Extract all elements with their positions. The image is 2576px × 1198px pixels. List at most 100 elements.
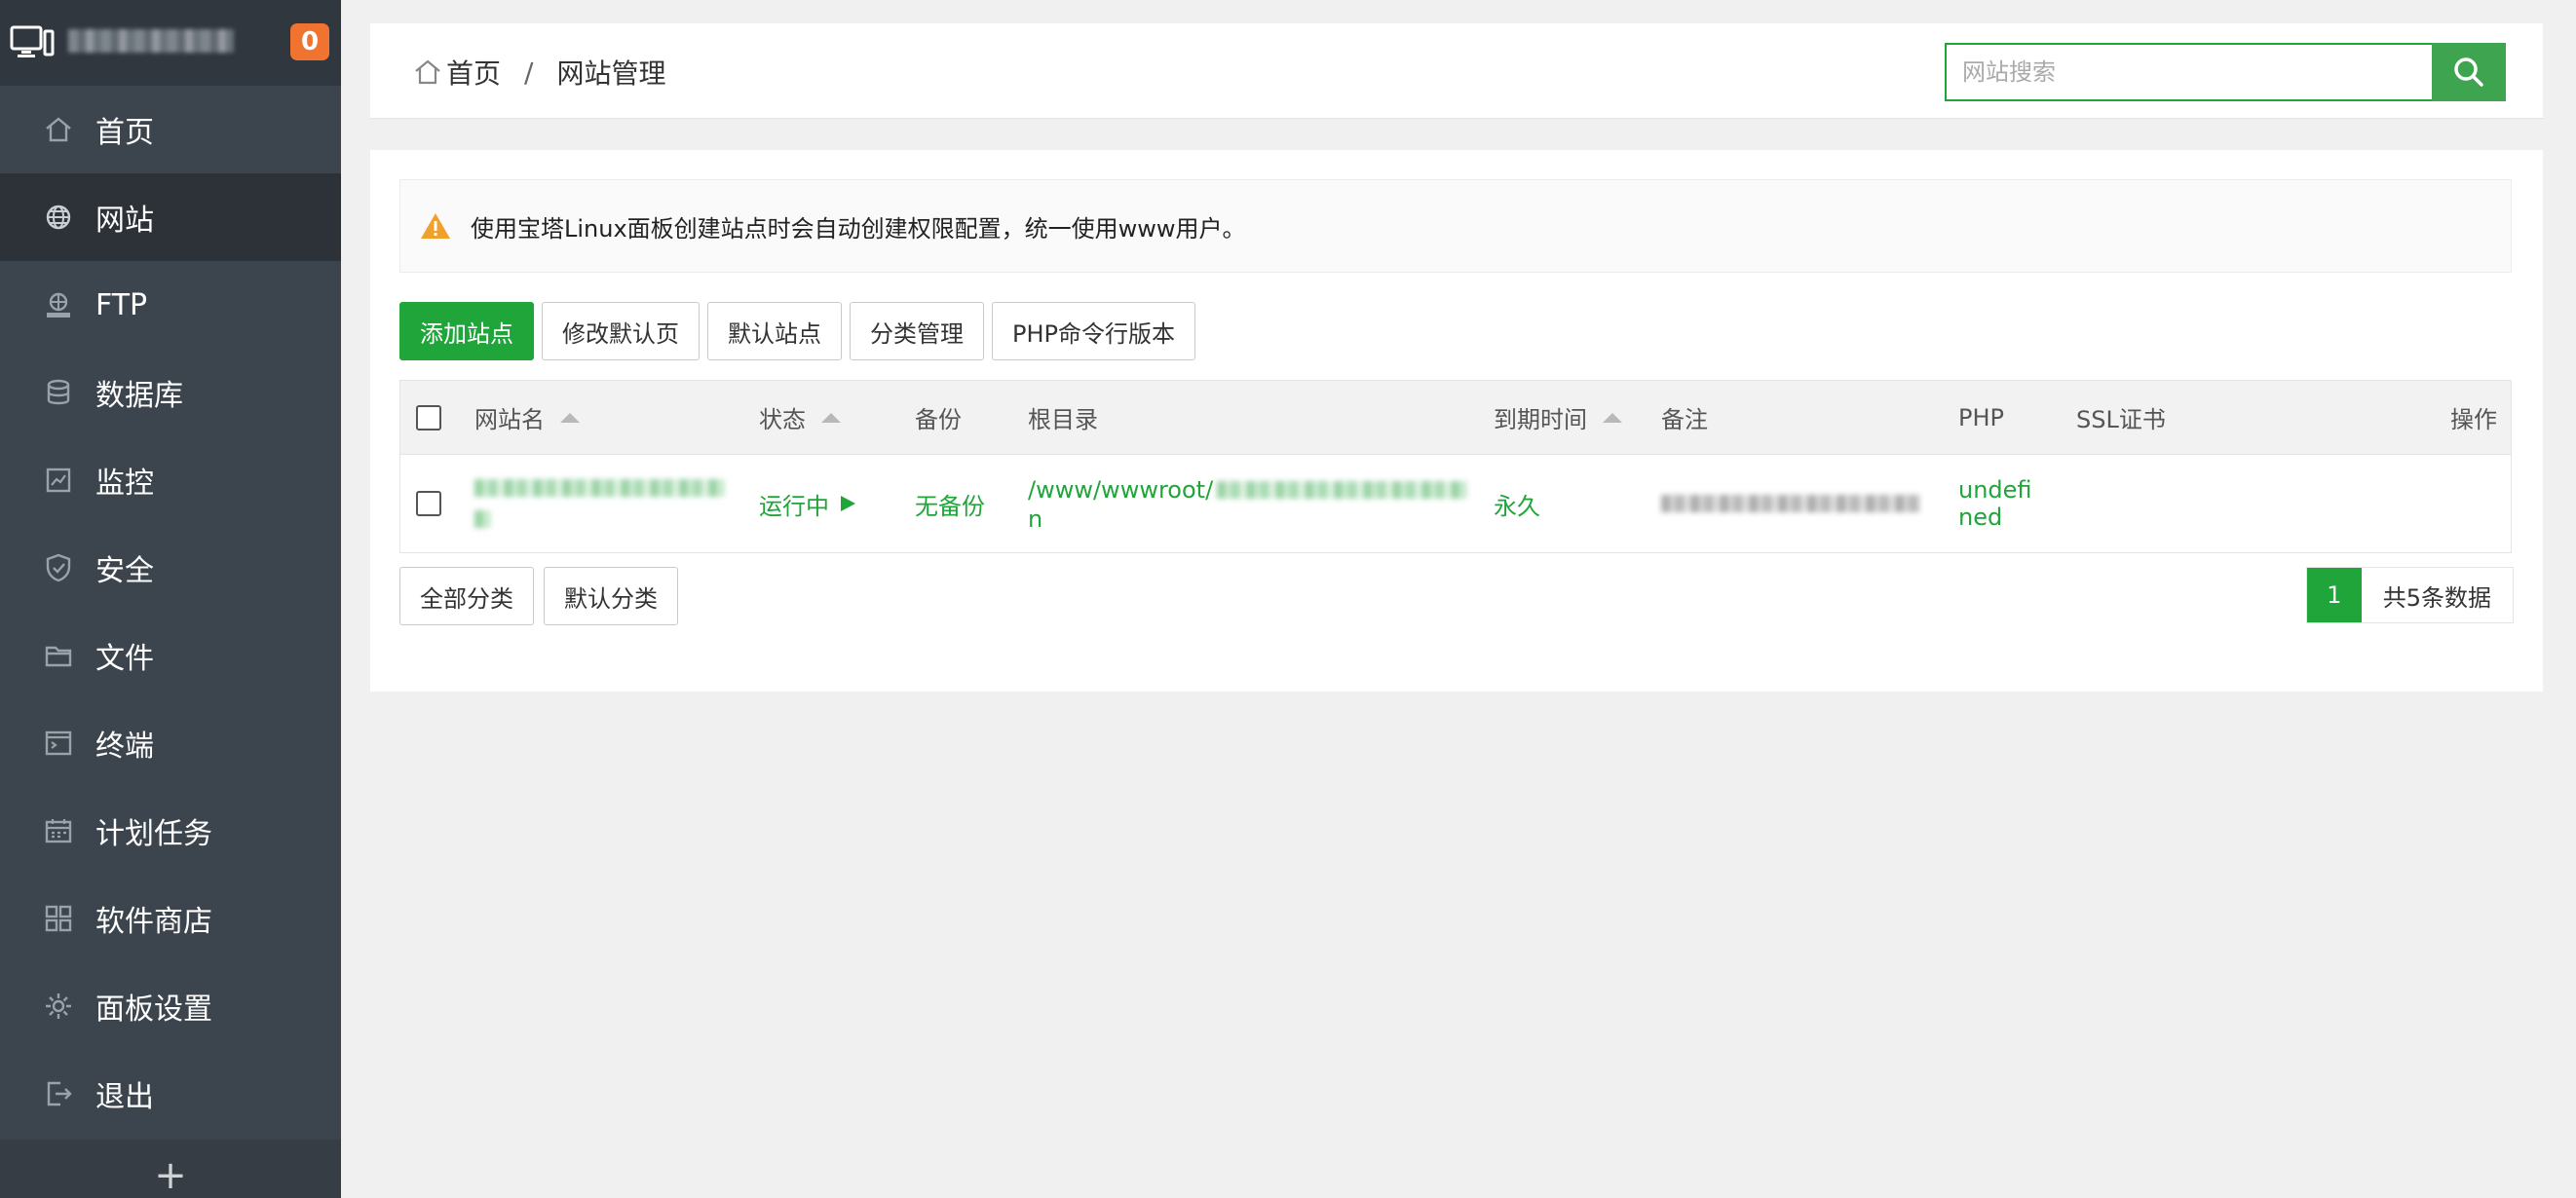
col-backup-label: 备份 xyxy=(915,406,962,433)
notification-badge[interactable]: 0 xyxy=(290,23,329,60)
root-dir-cell[interactable]: /www/wwwroot/ n xyxy=(1028,455,1476,552)
edit-default-page-button[interactable]: 修改默认页 xyxy=(542,302,700,360)
breadcrumb-separator: / xyxy=(524,56,534,89)
remark-redacted xyxy=(1661,495,1920,512)
php-cli-version-button[interactable]: PHP命令行版本 xyxy=(992,302,1195,360)
expire-cell[interactable]: 永久 xyxy=(1494,455,1540,552)
col-remark-label: 备注 xyxy=(1661,406,1708,433)
col-status[interactable]: 状态 xyxy=(759,381,841,454)
all-categories-button[interactable]: 全部分类 xyxy=(399,567,534,625)
sidebar-item-label: 监控 xyxy=(95,467,154,501)
ftp-icon xyxy=(43,289,74,320)
sidebar-item-settings[interactable]: 面板设置 xyxy=(0,962,341,1050)
breadcrumb: 首页 / 网站管理 xyxy=(413,53,665,92)
col-expire-label: 到期时间 xyxy=(1494,406,1587,433)
breadcrumb-current: 网站管理 xyxy=(556,57,666,90)
sort-up-icon xyxy=(560,412,580,423)
root-dir-suffix: n xyxy=(1028,505,1043,533)
col-php: PHP xyxy=(1958,381,2004,454)
sidebar-item-label: 数据库 xyxy=(95,379,183,413)
root-dir-line: /www/wwwroot/ xyxy=(1028,474,1467,505)
notice-text: 使用宝塔Linux面板创建站点时会自动创建权限配置，统一使用www用户。 xyxy=(471,214,1246,243)
php-cell[interactable]: undefi ned xyxy=(1958,455,2032,552)
sidebar-item-label: 终端 xyxy=(95,730,154,764)
col-name[interactable]: 网站名 xyxy=(474,381,580,454)
pagination: 1 共5条数据 xyxy=(2305,567,2514,623)
root-dir-prefix: /www/wwwroot/ xyxy=(1028,476,1214,504)
sidebar-item-security[interactable]: 安全 xyxy=(0,524,341,612)
sidebar-item-website[interactable]: 网站 xyxy=(0,173,341,261)
default-category-button[interactable]: 默认分类 xyxy=(544,567,678,625)
sidebar-item-label: 计划任务 xyxy=(95,817,212,851)
sidebar-item-label: FTP xyxy=(95,287,148,322)
backup-cell[interactable]: 无备份 xyxy=(915,455,985,552)
col-expire[interactable]: 到期时间 xyxy=(1494,381,1622,454)
sidebar: 0 首页 网站 FTP 数据库 监控 安全 文件 终端 计划任务 软件商店 面板… xyxy=(0,0,341,1198)
col-ssl: SSL证书 xyxy=(2076,381,2166,454)
sidebar-item-label: 面板设置 xyxy=(95,992,212,1027)
category-manage-button[interactable]: 分类管理 xyxy=(850,302,984,360)
grid-icon xyxy=(43,903,74,934)
sidebar-item-home[interactable]: 首页 xyxy=(0,86,341,173)
col-actions: 操作 xyxy=(2450,381,2497,454)
sidebar-header: 0 xyxy=(0,0,341,86)
row-select-cell xyxy=(416,455,441,552)
status-cell[interactable]: 运行中 xyxy=(759,455,858,552)
sidebar-item-logout[interactable]: 退出 xyxy=(0,1050,341,1138)
default-site-button[interactable]: 默认站点 xyxy=(707,302,842,360)
warning-icon xyxy=(421,213,450,239)
site-name-redacted[interactable] xyxy=(474,479,724,497)
table-header: 网站名 状态 备份 根目录 到期时间 备注 PHP SSL证书 操作 xyxy=(400,381,2511,455)
sidebar-item-database[interactable]: 数据库 xyxy=(0,349,341,436)
terminal-icon xyxy=(43,728,74,759)
toolbar: 添加站点 修改默认页 默认站点 分类管理 PHP命令行版本 xyxy=(399,302,1195,360)
select-all-checkbox[interactable] xyxy=(416,404,441,431)
breadcrumb-home[interactable]: 首页 xyxy=(446,53,501,92)
root-dir-redacted xyxy=(1217,481,1467,499)
calendar-icon xyxy=(43,815,74,846)
server-ip xyxy=(68,29,234,53)
php-line-2: ned xyxy=(1958,504,2003,531)
category-filter: 全部分类 默认分类 xyxy=(399,567,678,625)
site-search xyxy=(1945,43,2506,101)
table-row: 运行中 无备份 /www/wwwroot/ n 永久 undefi ned xyxy=(400,455,2511,552)
sidebar-add-button[interactable]: + xyxy=(0,1140,341,1198)
sidebar-item-files[interactable]: 文件 xyxy=(0,612,341,699)
logout-icon xyxy=(43,1078,74,1109)
row-checkbox[interactable] xyxy=(416,491,441,516)
sidebar-item-terminal[interactable]: 终端 xyxy=(0,699,341,787)
home-icon xyxy=(415,59,440,85)
sidebar-item-label: 安全 xyxy=(95,554,154,588)
col-actions-label: 操作 xyxy=(2450,406,2497,433)
col-status-label: 状态 xyxy=(759,406,806,433)
status-label: 运行中 xyxy=(759,492,829,520)
sidebar-item-store[interactable]: 软件商店 xyxy=(0,875,341,962)
sidebar-item-monitor[interactable]: 监控 xyxy=(0,436,341,524)
sidebar-item-ftp[interactable]: FTP xyxy=(0,261,341,349)
sort-up-icon xyxy=(821,412,841,423)
col-name-label: 网站名 xyxy=(474,406,545,433)
top-header: 首页 / 网站管理 xyxy=(370,23,2543,119)
sidebar-item-label: 网站 xyxy=(95,204,154,238)
site-name-cell[interactable] xyxy=(474,455,724,552)
php-line-1: undefi xyxy=(1958,476,2032,504)
site-management-panel: 使用宝塔Linux面板创建站点时会自动创建权限配置，统一使用www用户。 添加站… xyxy=(370,150,2543,692)
add-site-button[interactable]: 添加站点 xyxy=(399,302,534,360)
total-count: 共5条数据 xyxy=(2361,568,2513,622)
monitor-chart-icon xyxy=(43,465,74,496)
col-root-label: 根目录 xyxy=(1028,406,1098,433)
page-current[interactable]: 1 xyxy=(2306,568,2362,622)
select-all-cell xyxy=(416,381,441,454)
remark-cell[interactable] xyxy=(1661,455,1920,552)
folder-icon xyxy=(43,640,74,671)
home-icon xyxy=(43,114,74,145)
database-icon xyxy=(43,377,74,408)
server-monitor-icon xyxy=(10,25,55,57)
search-button[interactable] xyxy=(2432,43,2506,101)
sort-up-icon xyxy=(1603,412,1622,423)
search-input[interactable] xyxy=(1945,43,2432,101)
gear-icon xyxy=(43,991,74,1022)
site-name-redacted-2 xyxy=(474,510,490,528)
sidebar-item-cron[interactable]: 计划任务 xyxy=(0,787,341,875)
col-backup: 备份 xyxy=(915,381,962,454)
